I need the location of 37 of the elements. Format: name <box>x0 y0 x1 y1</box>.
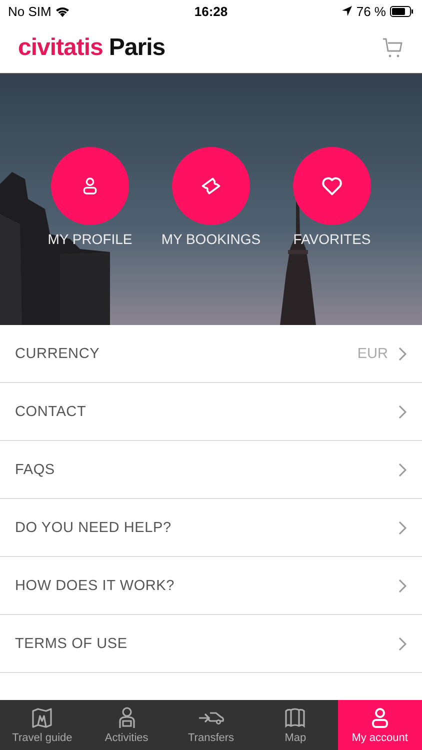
menu-label: TERMS OF USE <box>15 636 128 652</box>
location-arrow-icon <box>342 6 352 16</box>
tab[interactable]: Travel guide <box>0 700 84 750</box>
tab[interactable]: Activities <box>84 700 169 750</box>
ticket-icon <box>199 175 223 197</box>
menu-row[interactable]: FAQS <box>0 441 422 499</box>
city-title: Paris <box>108 34 166 62</box>
tab[interactable]: Map <box>253 700 338 750</box>
tab[interactable]: My account <box>338 700 422 750</box>
menu-label: DO YOU NEED HELP? <box>15 520 172 536</box>
menu-row[interactable]: TERMS OF USE <box>0 615 422 673</box>
menu-label: CONTACT <box>15 404 88 420</box>
carrier-label: No SIM <box>8 4 52 18</box>
menu-row[interactable]: HOW DOES IT WORK? <box>0 557 422 615</box>
chevron-icon <box>398 578 407 592</box>
battery-icon <box>390 6 414 16</box>
menu-label: CURRENCY <box>15 346 101 362</box>
heart-icon <box>321 176 343 196</box>
chevron-icon <box>398 462 407 476</box>
map-icon <box>30 706 54 730</box>
battery-percent: 76 % <box>356 4 386 18</box>
menu-row[interactable]: DO YOU NEED HELP? <box>0 499 422 557</box>
menu-row[interactable]: CURRENCY EUR <box>0 325 422 383</box>
menu-row[interactable]: CONTACT <box>0 383 422 441</box>
menu-label: FAQS <box>15 462 56 478</box>
chevron-icon <box>398 520 407 534</box>
chevron-icon <box>398 404 407 418</box>
chevron-icon <box>398 346 407 360</box>
chevron-icon <box>398 636 407 650</box>
map-icon <box>283 706 308 730</box>
menu-label: HOW DOES IT WORK? <box>15 578 176 594</box>
cart-icon[interactable] <box>382 36 404 58</box>
brand-logo: civitatis <box>18 34 103 62</box>
menu-value: EUR <box>357 346 388 362</box>
wifi-icon <box>55 6 70 16</box>
clock-time: 16:28 <box>194 4 228 18</box>
tab[interactable]: Transfers <box>168 700 254 750</box>
